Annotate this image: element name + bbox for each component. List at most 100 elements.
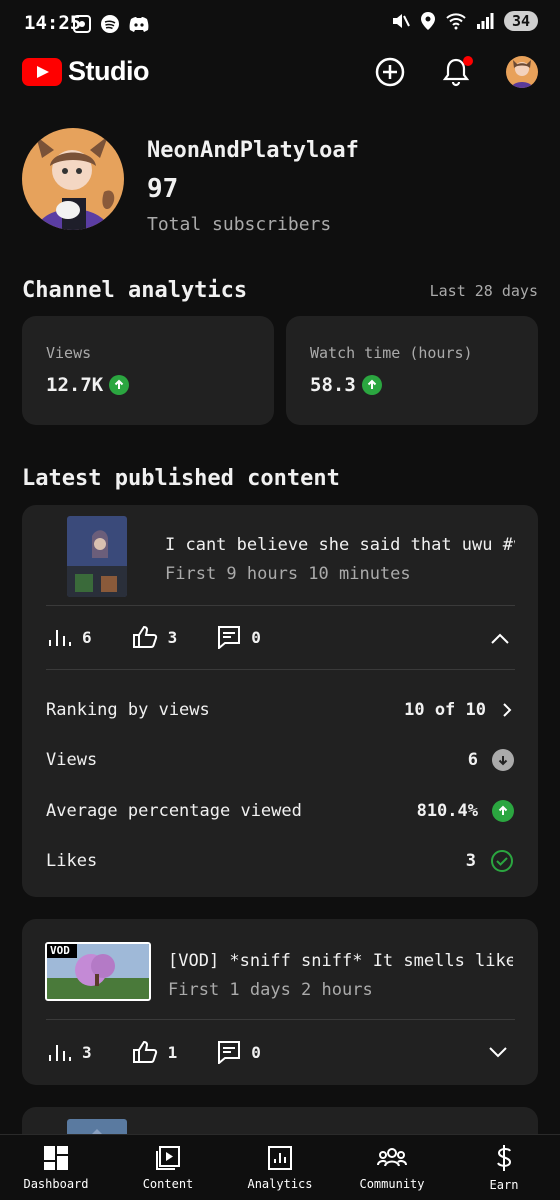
status-system-icons: 34 — [390, 11, 538, 31]
video-metrics: 6 3 0 — [48, 625, 301, 649]
comments-metric-value: 0 — [251, 627, 261, 647]
create-button[interactable] — [374, 56, 406, 88]
avg-percentage-value: 810.4% — [416, 801, 478, 821]
bottom-navigation: Dashboard Content Analytics Community Ea… — [0, 1134, 560, 1200]
screenshot-icon — [73, 15, 91, 33]
thumbnail-label: VOD — [50, 944, 70, 957]
channel-avatar[interactable] — [22, 128, 124, 230]
signal-icon — [476, 13, 494, 29]
divider — [46, 1019, 515, 1020]
watch-time-stat-card[interactable]: Watch time (hours) 58.3 — [286, 316, 538, 425]
views-bars-icon — [49, 630, 71, 646]
video-subtitle: First 1 days 2 hours — [168, 980, 373, 1000]
app-bar: Studio — [0, 48, 560, 98]
comments-metric: 0 — [217, 625, 261, 649]
video-thumbnail[interactable] — [67, 516, 127, 597]
spotify-icon — [101, 15, 119, 33]
subscriber-count: 97 — [147, 174, 179, 204]
studio-logo[interactable]: Studio — [22, 56, 149, 87]
youtube-logo-icon — [22, 57, 62, 86]
expand-button[interactable] — [485, 1039, 511, 1065]
add-circle-icon — [375, 57, 405, 87]
comment-icon — [218, 1041, 241, 1064]
analytics-icon — [268, 1145, 292, 1170]
likes-detail-label: Likes — [46, 851, 98, 871]
content-icon — [156, 1145, 180, 1170]
video-title[interactable]: I cant believe she said that uwu #vtube… — [165, 535, 515, 555]
views-metric: 6 — [48, 626, 92, 648]
content-card[interactable]: I cant believe she said that uwu #vtube…… — [22, 505, 538, 897]
views-detail-row: Views 6 — [46, 745, 514, 775]
views-stat-number: 12.7K — [46, 374, 104, 396]
analytics-title: Channel analytics — [22, 278, 248, 303]
nav-analytics[interactable]: Analytics — [224, 1135, 336, 1200]
views-metric-value: 3 — [82, 1042, 92, 1062]
comments-metric-value: 0 — [251, 1042, 261, 1062]
views-metric: 3 — [48, 1041, 92, 1063]
nav-content[interactable]: Content — [112, 1135, 224, 1200]
divider — [46, 605, 515, 606]
views-detail-label: Views — [46, 750, 98, 770]
video-title[interactable]: [VOD] *sniff sniff* It smells like a nye… — [168, 951, 513, 971]
watch-time-stat-value: 58.3 — [310, 374, 382, 396]
subscriber-label: Total subscribers — [147, 214, 332, 235]
trend-down-icon — [492, 749, 514, 771]
nav-community-label: Community — [359, 1176, 425, 1191]
views-detail-value: 6 — [467, 750, 478, 770]
video-subtitle: First 9 hours 10 minutes — [165, 564, 411, 584]
nav-community[interactable]: Community — [336, 1135, 448, 1200]
thumbs-up-icon — [132, 625, 157, 648]
nav-analytics-label: Analytics — [247, 1176, 313, 1191]
trend-up-icon — [361, 375, 382, 395]
account-button[interactable] — [506, 56, 538, 88]
likes-metric: 1 — [132, 1040, 178, 1064]
views-stat-card[interactable]: Views 12.7K — [22, 316, 274, 425]
earn-icon — [497, 1144, 512, 1171]
nav-dashboard-label: Dashboard — [23, 1176, 89, 1191]
community-icon — [377, 1147, 407, 1166]
status-notification-icons — [72, 14, 150, 34]
dashboard-icon — [44, 1145, 68, 1170]
chevron-up-icon — [491, 633, 509, 644]
status-bar: 14:25 34 — [0, 0, 560, 48]
views-metric-value: 6 — [82, 627, 92, 647]
latest-content-title: Latest published content — [22, 466, 340, 491]
notifications-button[interactable] — [440, 56, 473, 88]
analytics-period: Last 28 days — [429, 282, 538, 300]
nav-dashboard[interactable]: Dashboard — [0, 1135, 112, 1200]
logo-text: Studio — [68, 56, 149, 86]
comment-icon — [218, 626, 241, 649]
ranking-label: Ranking by views — [46, 700, 210, 720]
likes-metric-value: 1 — [167, 1042, 178, 1062]
likes-metric: 3 — [132, 625, 178, 649]
wifi-icon — [446, 13, 466, 30]
ranking-value: 10 of 10 — [404, 700, 486, 720]
notification-badge — [463, 56, 473, 66]
nav-content-label: Content — [142, 1176, 194, 1191]
content-card[interactable]: VOD [VOD] *sniff sniff* It smells like a… — [22, 919, 538, 1085]
check-circle-icon — [491, 850, 513, 872]
avg-percentage-row: Average percentage viewed 810.4% — [46, 796, 514, 826]
divider — [46, 669, 515, 670]
likes-metric-value: 3 — [167, 627, 178, 647]
discord-icon — [129, 17, 149, 32]
nav-earn[interactable]: Earn — [448, 1135, 560, 1200]
ranking-row[interactable]: Ranking by views 10 of 10 — [46, 695, 514, 725]
thumbs-up-icon — [132, 1040, 157, 1063]
trend-up-icon — [109, 375, 130, 395]
video-metrics: 3 1 0 — [48, 1040, 301, 1064]
battery-indicator: 34 — [503, 11, 538, 31]
comments-metric: 0 — [217, 1040, 261, 1064]
trend-up-icon — [492, 800, 514, 822]
views-stat-label: Views — [46, 344, 92, 362]
likes-detail-row: Likes 3 — [46, 846, 514, 876]
channel-name: NeonAndPlatyloaf — [147, 138, 359, 163]
views-bars-icon — [49, 1045, 71, 1061]
video-thumbnail[interactable]: VOD — [45, 942, 151, 1001]
location-icon — [420, 12, 435, 30]
mute-icon — [392, 14, 410, 28]
collapse-button[interactable] — [487, 626, 513, 652]
views-stat-value: 12.7K — [46, 374, 130, 396]
nav-earn-label: Earn — [489, 1177, 519, 1192]
chevron-right-icon — [503, 703, 512, 717]
